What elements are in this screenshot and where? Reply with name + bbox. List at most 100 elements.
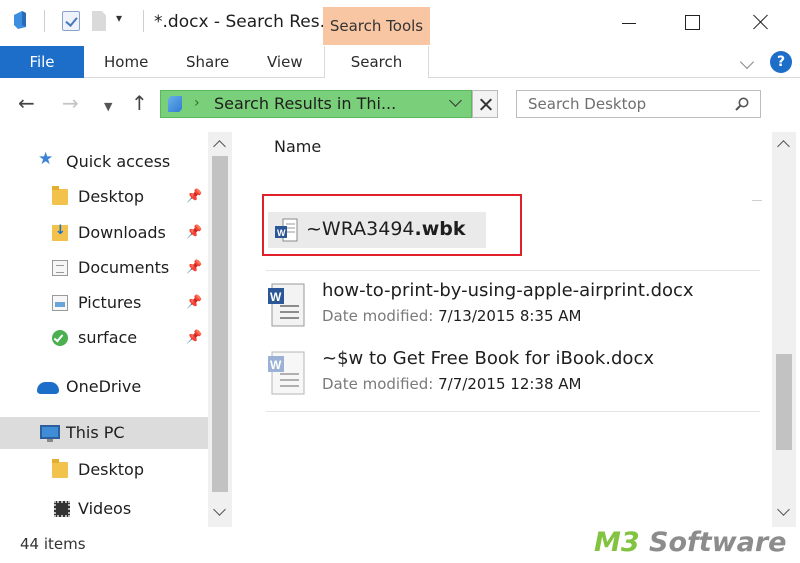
search-icon[interactable] xyxy=(735,97,749,111)
scroll-down-chevron-icon[interactable] xyxy=(213,503,226,516)
navigation-pane: ★ Quick access Desktop 📌 Downloads 📌 Doc… xyxy=(0,132,232,527)
tab-search[interactable]: Search xyxy=(324,46,429,79)
close-button[interactable] xyxy=(740,8,780,36)
customize-toolbar-chevron-icon[interactable]: ▾ xyxy=(116,11,122,25)
expand-ribbon-chevron-icon[interactable] xyxy=(739,54,755,70)
minimize-button[interactable] xyxy=(610,8,650,36)
sidebar-item-label: Desktop xyxy=(78,460,144,479)
sidebar-item-this-pc[interactable]: This PC xyxy=(0,417,208,449)
watermark-logo: M3 Software xyxy=(594,527,787,558)
desktop-folder-icon xyxy=(52,186,68,205)
list-item[interactable]: W ~$w to Get Free Book for iBook.docx Da… xyxy=(266,340,760,406)
word-backup-file-icon: W xyxy=(275,218,298,242)
sidebar-item-label: Desktop xyxy=(78,187,144,206)
documents-folder-icon xyxy=(52,260,68,276)
sidebar-item-videos[interactable]: Videos xyxy=(0,493,208,525)
sidebar-item-onedrive[interactable]: OneDrive xyxy=(0,371,208,403)
pin-icon[interactable]: 📌 xyxy=(186,225,202,240)
pin-icon[interactable]: 📌 xyxy=(186,295,202,310)
pin-icon[interactable]: 📌 xyxy=(186,189,202,204)
downloads-folder-icon xyxy=(52,223,68,241)
sidebar-item-documents[interactable]: Documents 📌 xyxy=(0,252,208,284)
divider xyxy=(266,270,760,271)
sidebar-item-pictures[interactable]: Pictures 📌 xyxy=(0,287,208,319)
sidebar-item-downloads[interactable]: Downloads 📌 xyxy=(0,217,208,249)
tab-view[interactable]: View xyxy=(267,46,303,78)
search-tools-contextual-tab: Search Tools xyxy=(323,7,430,45)
back-arrow-icon[interactable]: ← xyxy=(18,93,35,113)
address-path: Search Results in Thi... xyxy=(214,94,397,113)
status-bar: 44 items M3 Software xyxy=(0,527,800,563)
sidebar-item-label: Pictures xyxy=(78,293,142,312)
properties-icon[interactable] xyxy=(62,11,80,31)
file-extension: .wbk xyxy=(414,218,466,240)
sidebar-item-desktop[interactable]: Desktop 📌 xyxy=(0,181,208,213)
word-document-icon: W xyxy=(268,351,305,395)
list-item[interactable]: W how-to-print-by-using-apple-airprint.d… xyxy=(266,272,760,338)
search-results-icon xyxy=(168,96,182,112)
sidebar-item-label: surface xyxy=(78,328,138,347)
sidebar-item-label: Downloads xyxy=(78,223,166,242)
ribbon-tabs: File Home Share View Search ? xyxy=(0,46,800,79)
svg-text:W: W xyxy=(277,228,286,238)
item-count: 44 items xyxy=(20,535,86,553)
up-arrow-icon[interactable]: ↑ xyxy=(131,93,148,113)
star-icon: ★ xyxy=(38,149,54,169)
pin-icon[interactable]: 📌 xyxy=(186,260,202,275)
sidebar-item-surface[interactable]: surface 📌 xyxy=(0,322,208,354)
desktop-folder-icon xyxy=(52,459,68,478)
file-name: ~WRA3494.wbk xyxy=(306,218,466,240)
maximize-button[interactable] xyxy=(673,8,713,36)
sidebar-item-label: OneDrive xyxy=(66,377,142,396)
sidebar-item-label: Videos xyxy=(78,499,132,518)
clear-search-button[interactable] xyxy=(472,90,498,118)
address-dropdown-chevron-icon[interactable] xyxy=(449,94,462,107)
list-item-selected[interactable]: W ~WRA3494.wbk xyxy=(268,212,486,248)
help-icon[interactable]: ? xyxy=(770,51,792,73)
divider xyxy=(752,200,762,201)
scrollbar-thumb[interactable] xyxy=(212,156,228,492)
sidebar-item-label: Quick access xyxy=(66,152,171,171)
title-bar: ▾ *.docx - Search Res... Search Tools xyxy=(0,0,800,46)
search-input[interactable]: Search Desktop xyxy=(516,90,761,118)
toolbar-separator xyxy=(44,10,45,32)
sidebar-item-label: This PC xyxy=(66,423,125,442)
word-document-icon: W xyxy=(268,283,305,327)
divider xyxy=(266,411,760,412)
file-date-modified: Date modified: 7/7/2015 12:38 AM xyxy=(322,375,581,393)
date-label: Date modified: xyxy=(322,307,434,325)
tab-share[interactable]: Share xyxy=(186,46,229,78)
date-label: Date modified: xyxy=(322,375,434,393)
date-value: 7/7/2015 12:38 AM xyxy=(438,375,582,393)
address-bar[interactable]: › Search Results in Thi... xyxy=(160,90,472,118)
pictures-folder-icon xyxy=(52,295,68,311)
tab-home[interactable]: Home xyxy=(104,46,148,78)
window-title: *.docx - Search Res... xyxy=(154,12,336,32)
tab-file[interactable]: File xyxy=(0,46,84,78)
column-header-name[interactable]: Name xyxy=(274,137,321,156)
scroll-up-chevron-icon[interactable] xyxy=(777,140,790,153)
search-placeholder: Search Desktop xyxy=(528,95,647,113)
pin-icon[interactable]: 📌 xyxy=(186,330,202,345)
file-name: how-to-print-by-using-apple-airprint.doc… xyxy=(322,280,694,301)
file-list: Name W ~WRA3494.wbk W how-to-print-by-us… xyxy=(232,132,800,527)
folder-icon xyxy=(12,11,28,29)
scroll-up-chevron-icon[interactable] xyxy=(213,140,226,153)
navigation-scrollbar[interactable] xyxy=(208,132,232,527)
new-folder-icon[interactable] xyxy=(92,11,106,31)
address-toolbar: ← → ▼ ↑ › Search Results in Thi... Searc… xyxy=(0,78,800,132)
forward-arrow-icon[interactable]: → xyxy=(62,93,79,113)
toolbar-separator xyxy=(143,10,144,32)
file-date-modified: Date modified: 7/13/2015 8:35 AM xyxy=(322,307,581,325)
scroll-down-chevron-icon[interactable] xyxy=(777,503,790,516)
file-name: ~$w to Get Free Book for iBook.docx xyxy=(322,348,654,369)
watermark-software: Software xyxy=(639,527,787,558)
sidebar-item-pc-desktop[interactable]: Desktop xyxy=(0,454,208,486)
onedrive-cloud-icon xyxy=(37,382,59,394)
sidebar-item-quick-access[interactable]: ★ Quick access xyxy=(0,146,208,178)
content-scrollbar[interactable] xyxy=(772,132,796,527)
videos-folder-icon xyxy=(54,501,70,517)
breadcrumb-chevron-icon[interactable]: › xyxy=(194,95,200,111)
recent-locations-chevron-icon[interactable]: ▼ xyxy=(104,97,112,117)
scrollbar-thumb[interactable] xyxy=(776,354,792,450)
